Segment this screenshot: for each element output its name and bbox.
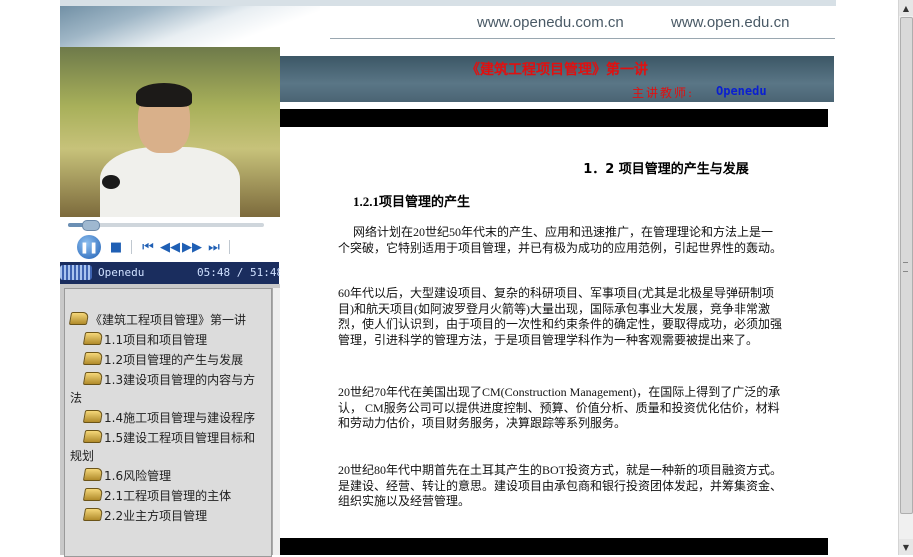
scroll-down-arrow-icon[interactable]: ▼ xyxy=(899,539,913,555)
toc-item-label: 1.4施工项目管理与建设程序 xyxy=(104,411,256,425)
lecturer-name: Openedu xyxy=(716,84,767,98)
toc-item-label: 1.2项目管理的产生与发展 xyxy=(104,353,244,367)
fast-forward-button[interactable]: ▶▶ xyxy=(182,236,202,258)
scrollbar-grip xyxy=(903,262,908,272)
stop-button[interactable]: ■ xyxy=(108,236,124,258)
banner-url-open-edu[interactable]: www.open.edu.cn xyxy=(671,14,789,31)
seek-handle[interactable] xyxy=(82,220,100,231)
skip-back-icon: ⏮ xyxy=(142,239,154,255)
toc-item-label: 1.1项目和项目管理 xyxy=(104,333,208,347)
right-margin xyxy=(836,0,898,555)
paragraph: 20世纪80年代中期首先在土耳其产生的BOT投资方式，就是一种新的项目融资方式。… xyxy=(338,463,783,508)
toc-item-1-1[interactable]: 1.1项目和项目管理 xyxy=(70,331,256,349)
section-heading: 1．2 项目管理的产生与发展 xyxy=(583,162,749,177)
toc-item-2-1[interactable]: 2.1工程项目管理的主体 xyxy=(70,487,256,505)
microphone xyxy=(102,175,120,189)
video-player-screen[interactable] xyxy=(60,47,280,217)
next-button[interactable]: ⏭ xyxy=(206,236,222,258)
folder-open-icon xyxy=(82,332,104,345)
toc-item-label: 1.6风险管理 xyxy=(104,469,172,483)
toc-item-1-2[interactable]: 1.2项目管理的产生与发展 xyxy=(70,351,256,369)
folder-open-icon xyxy=(82,372,104,385)
banner-divider xyxy=(330,38,835,39)
banner-url-openedu-com[interactable]: www.openedu.com.cn xyxy=(477,14,624,31)
skip-forward-icon: ⏭ xyxy=(208,239,220,255)
previous-button[interactable]: ⏮ xyxy=(140,236,156,258)
toc-item-1-6[interactable]: 1.6风险管理 xyxy=(70,467,256,485)
content-top-bar xyxy=(280,109,828,127)
toc-item-label: 2.2业主方项目管理 xyxy=(104,509,208,523)
lecture-title: 《建筑工程项目管理》第一讲 xyxy=(466,62,648,78)
pause-icon: ❚❚ xyxy=(79,240,99,254)
content-bottom-bar xyxy=(280,538,828,555)
folder-open-icon xyxy=(82,488,104,501)
lecturer-label: 主讲教师: xyxy=(632,86,695,100)
pause-button[interactable]: ❚❚ xyxy=(77,235,101,259)
banner-top-stripe xyxy=(60,0,836,6)
playback-time: 05:48 / 51:48 xyxy=(197,266,284,279)
folder-open-icon xyxy=(82,468,104,481)
control-separator xyxy=(229,240,230,254)
toc-root-label: 《建筑工程项目管理》第一讲 xyxy=(90,313,247,327)
toc-item-1-5[interactable]: 1.5建设工程项目管理目标和规划 xyxy=(70,429,256,465)
rewind-button[interactable]: ◀◀ xyxy=(160,236,180,258)
control-separator xyxy=(131,240,132,254)
lecturer-hair xyxy=(136,83,192,107)
folder-open-icon xyxy=(82,508,104,521)
toc-item-2-2[interactable]: 2.2业主方项目管理 xyxy=(70,507,256,525)
subsection-heading: 1.2.1项目管理的产生 xyxy=(353,194,471,209)
rewind-icon: ◀◀ xyxy=(160,239,180,255)
toc-root[interactable]: 《建筑工程项目管理》第一讲 xyxy=(68,311,256,329)
folder-open-icon xyxy=(82,352,104,365)
paragraph: 20世纪70年代在美国出现了CM(Construction Management… xyxy=(338,385,781,430)
folder-open-icon xyxy=(82,430,104,443)
scroll-up-arrow-icon[interactable]: ▲ xyxy=(899,0,913,16)
toc-item-label: 2.1工程项目管理的主体 xyxy=(104,489,232,503)
stop-icon: ■ xyxy=(109,239,123,255)
lecturer-body xyxy=(100,147,240,217)
banner-decoration xyxy=(60,0,320,47)
left-margin xyxy=(0,0,60,555)
folder-open-icon xyxy=(68,312,90,325)
toc-item-1-4[interactable]: 1.4施工项目管理与建设程序 xyxy=(70,409,256,427)
volume-meter-icon[interactable] xyxy=(60,265,92,280)
toc-item-1-3[interactable]: 1.3建设项目管理的内容与方法 xyxy=(70,371,256,407)
paragraph: 网络计划在20世纪50年代末的产生、应用和迅速推广，在管理理论和方法上是一个突破… xyxy=(338,225,783,255)
fast-forward-icon: ▶▶ xyxy=(182,239,202,255)
player-channel-name: Openedu xyxy=(98,266,145,279)
paragraph: 60年代以后，大型建设项目、复杂的科研项目、军事项目(尤其是北极星导弹研制项目)… xyxy=(338,286,783,347)
folder-open-icon xyxy=(82,410,104,423)
